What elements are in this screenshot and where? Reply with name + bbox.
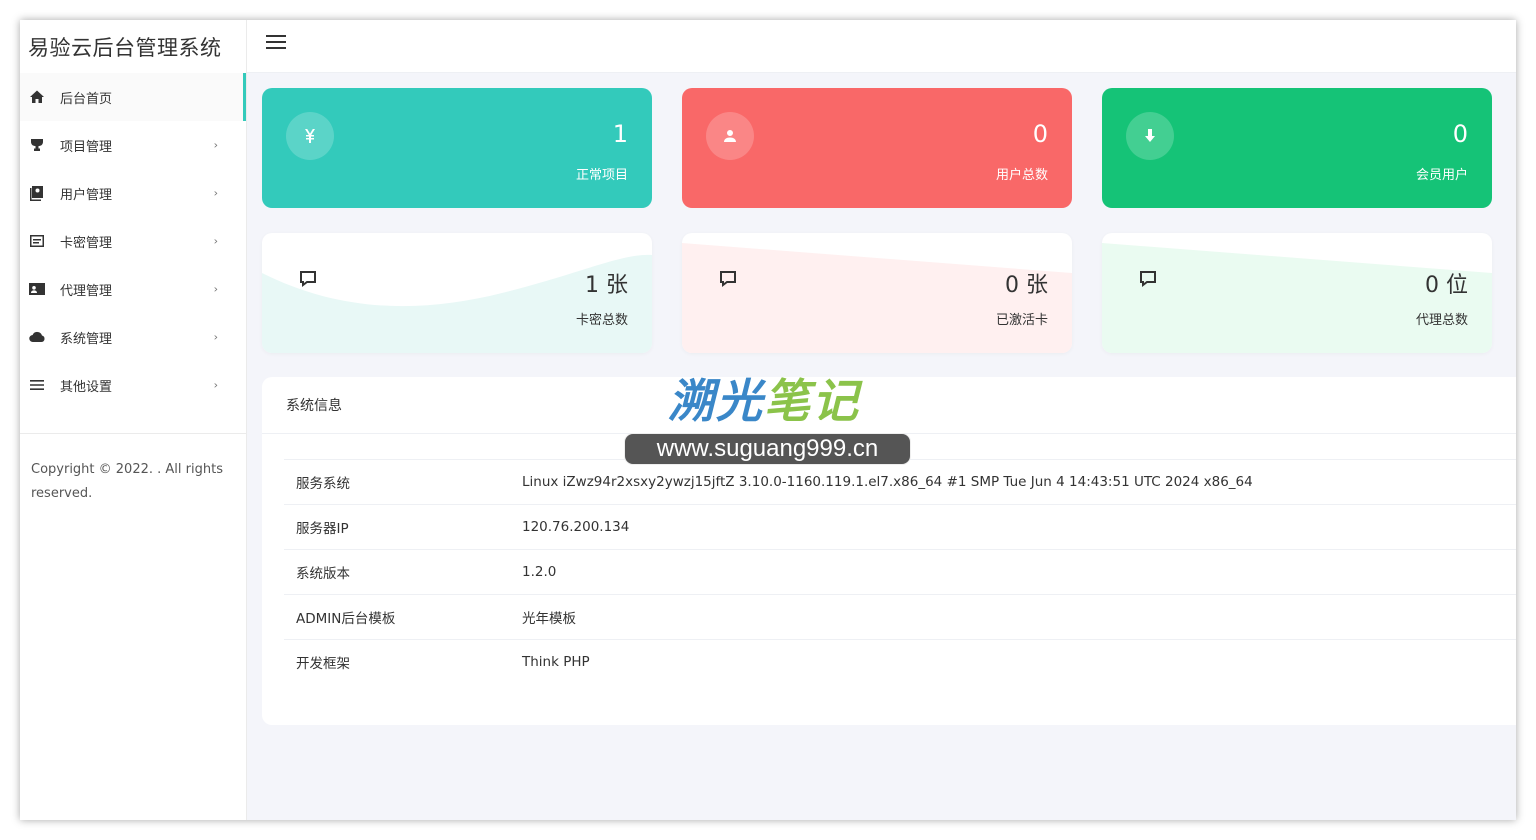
stat-card-agents: 0 位 代理总数: [1102, 233, 1492, 353]
menu-toggle-icon[interactable]: [266, 32, 290, 56]
chevron-right-icon: ›: [213, 330, 218, 344]
stat-value: 0: [1452, 120, 1468, 148]
stat-label: 正常项目: [575, 168, 628, 183]
chevron-right-icon: ›: [213, 186, 218, 200]
comment-icon: [298, 269, 320, 291]
system-info-table: 服务系统 Linux iZwz94r2xsxy2ywzj15jftZ 3.10.…: [284, 459, 1516, 685]
sidebar: 易验云后台管理系统 后台首页 项目管理 › 用户管理 › 卡密管理 › 代理管理…: [20, 20, 247, 820]
sidebar-item-label: 代理管理: [60, 283, 113, 299]
watermark-title-blue: 溯光: [668, 374, 764, 428]
id-card-icon: [28, 280, 46, 298]
top-header: [247, 20, 1516, 73]
divider: [20, 433, 247, 434]
cloud-icon: [28, 328, 46, 346]
sidebar-item-cards[interactable]: 卡密管理 ›: [20, 217, 246, 265]
sidebar-item-home[interactable]: 后台首页: [20, 73, 246, 121]
sidebar-item-label: 后台首页: [60, 91, 113, 107]
stat-label: 会员用户: [1415, 168, 1468, 183]
chevron-right-icon: ›: [213, 282, 218, 296]
list-icon: [28, 376, 46, 394]
sidebar-item-label: 其他设置: [60, 379, 113, 395]
sidebar-item-users[interactable]: 用户管理 ›: [20, 169, 246, 217]
stat-value: 1: [612, 120, 628, 148]
info-key: ADMIN后台模板: [296, 611, 396, 627]
download-icon: [1126, 112, 1174, 160]
stat-label: 卡密总数: [575, 313, 628, 328]
card-icon: [28, 232, 46, 250]
chevron-right-icon: ›: [213, 234, 218, 248]
info-key: 服务器IP: [296, 521, 349, 537]
info-key: 系统版本: [296, 566, 350, 582]
system-info-panel: 系统信息 服务系统 Linux iZwz94r2xsxy2ywzj15jftZ …: [262, 377, 1516, 725]
stat-card-users: 0 用户总数: [682, 88, 1072, 208]
stat-value: 0 位: [1425, 273, 1468, 298]
sidebar-item-label: 用户管理: [60, 187, 113, 203]
stat-label: 用户总数: [995, 168, 1048, 183]
sidebar-item-label: 系统管理: [60, 331, 113, 347]
info-key: 服务系统: [296, 476, 350, 492]
app-window: 易验云后台管理系统 后台首页 项目管理 › 用户管理 › 卡密管理 › 代理管理…: [20, 20, 1516, 820]
app-logo-title[interactable]: 易验云后台管理系统: [20, 20, 246, 73]
stat-card-projects: 1 正常项目: [262, 88, 652, 208]
sidebar-item-agents[interactable]: 代理管理 ›: [20, 265, 246, 313]
watermark-title-green: 笔记: [764, 374, 860, 428]
watermark-url: www.suguang999.cn: [624, 433, 911, 465]
sidebar-item-label: 卡密管理: [60, 235, 113, 251]
stat-label: 已激活卡: [995, 313, 1048, 328]
sidebar-item-system[interactable]: 系统管理 ›: [20, 313, 246, 361]
stat-card-activated: 0 张 已激活卡: [682, 233, 1072, 353]
table-row: ADMIN后台模板 光年模板: [284, 594, 1516, 640]
comment-icon: [718, 269, 740, 291]
sidebar-nav: 后台首页 项目管理 › 用户管理 › 卡密管理 › 代理管理 › 系统管理 › …: [20, 73, 246, 409]
yen-icon: [286, 112, 334, 160]
table-row: 服务系统 Linux iZwz94r2xsxy2ywzj15jftZ 3.10.…: [284, 459, 1516, 505]
table-row: 系统版本 1.2.0: [284, 549, 1516, 595]
info-value: 光年模板: [522, 611, 576, 627]
watermark-logo: 溯光笔记: [668, 365, 860, 431]
stat-label: 代理总数: [1415, 313, 1468, 328]
stat-value: 0 张: [1005, 273, 1048, 298]
stat-value: 0: [1032, 120, 1048, 148]
stat-value: 1 张: [585, 273, 628, 298]
info-value: 1.2.0: [522, 564, 557, 580]
panel-title: 系统信息: [262, 377, 1516, 434]
sidebar-item-other-settings[interactable]: 其他设置 ›: [20, 361, 246, 409]
sidebar-item-label: 项目管理: [60, 139, 113, 155]
comment-icon: [1138, 269, 1160, 291]
home-icon: [28, 88, 46, 106]
chevron-right-icon: ›: [213, 138, 218, 152]
info-value: 120.76.200.134: [522, 519, 630, 535]
table-row: 开发框架 Think PHP: [284, 639, 1516, 685]
info-value: Think PHP: [522, 654, 590, 671]
user-card-icon: [28, 184, 46, 202]
info-key: 开发框架: [296, 656, 350, 673]
chevron-right-icon: ›: [213, 378, 218, 392]
sidebar-item-projects[interactable]: 项目管理 ›: [20, 121, 246, 169]
copyright-text: Copyright © 2022. . All rights reserved.: [31, 462, 223, 501]
stat-card-card-total: 1 张 卡密总数: [262, 233, 652, 353]
stat-card-members: 0 会员用户: [1102, 88, 1492, 208]
table-row: 服务器IP 120.76.200.134: [284, 504, 1516, 550]
trophy-icon: [28, 136, 46, 154]
info-value: Linux iZwz94r2xsxy2ywzj15jftZ 3.10.0-116…: [522, 474, 1253, 490]
user-icon: [706, 112, 754, 160]
